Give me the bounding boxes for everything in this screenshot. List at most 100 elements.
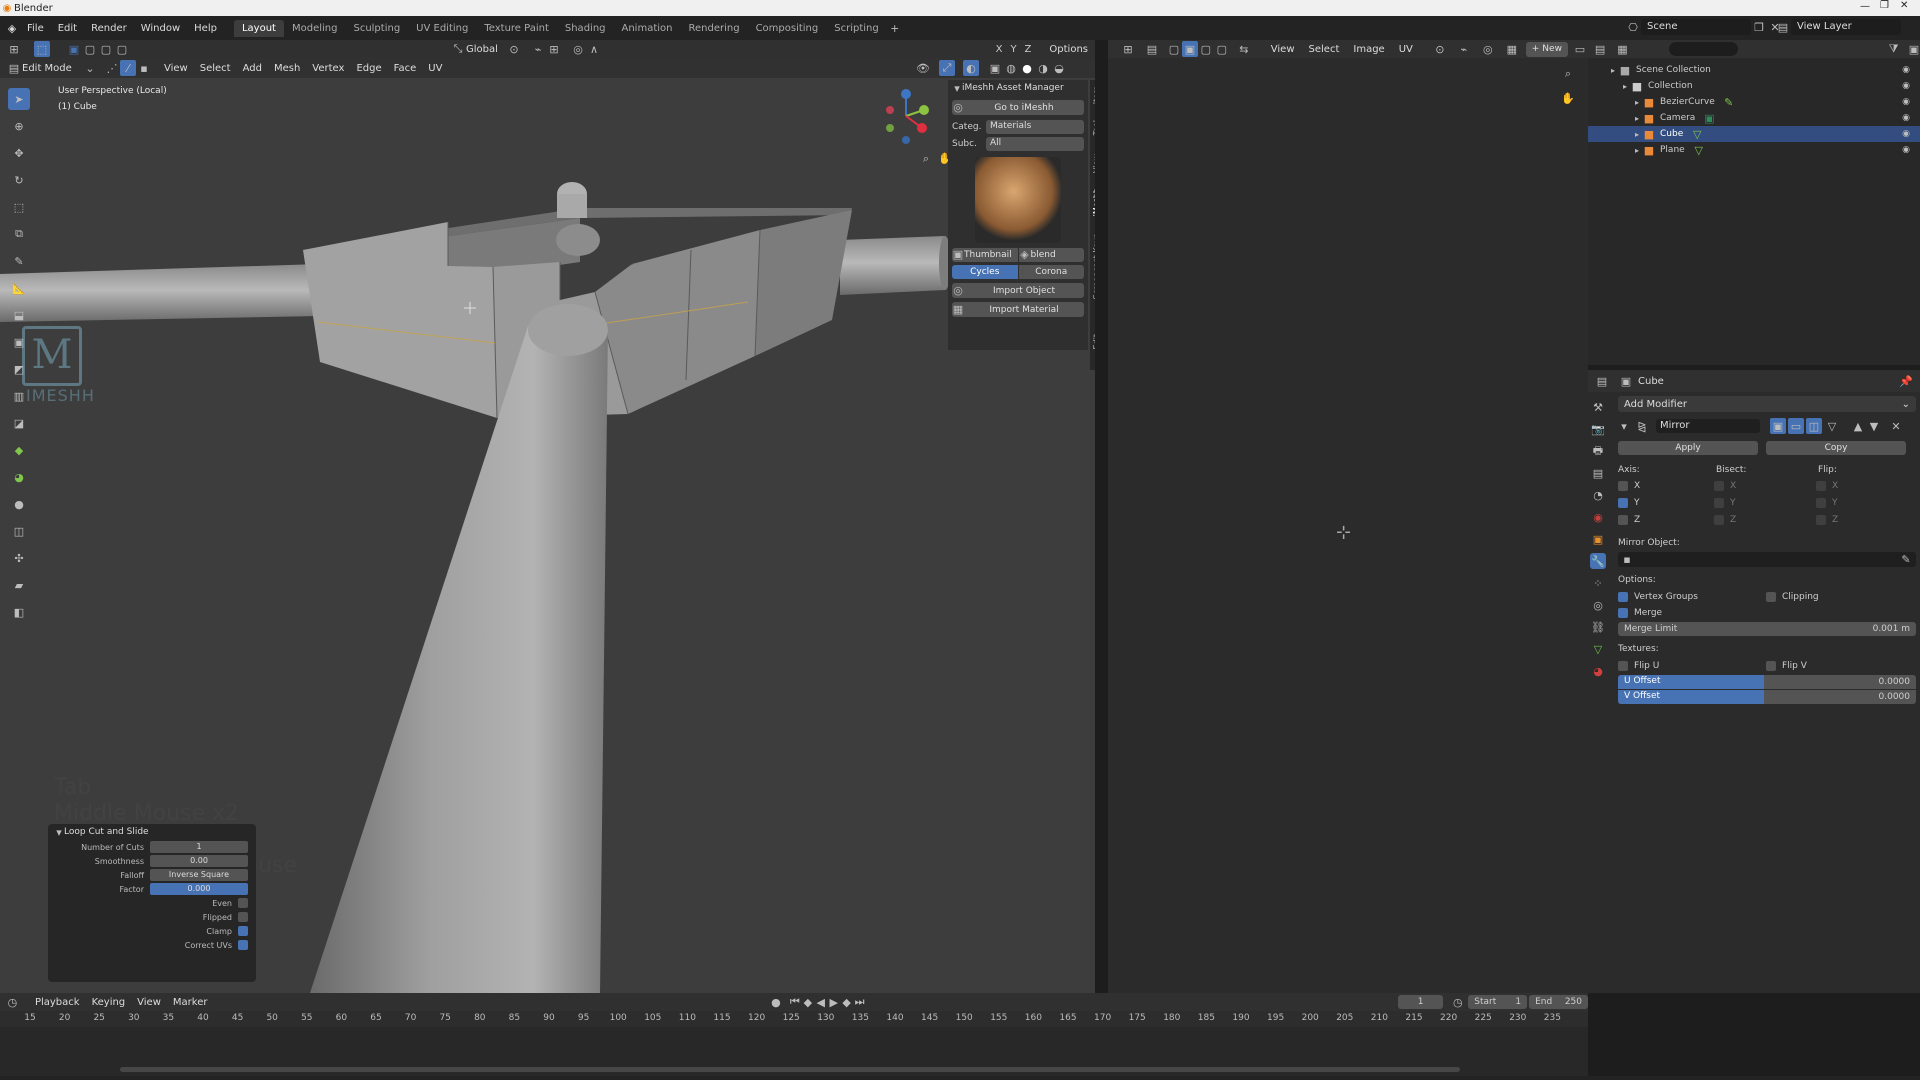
expand-icon[interactable]: ▸: [1608, 62, 1618, 78]
tweak-select-icon[interactable]: ➤: [8, 88, 30, 110]
flip-u-checkbox[interactable]: [1618, 661, 1628, 671]
play-reverse-icon[interactable]: ◀: [814, 994, 827, 1010]
shear-tool-icon[interactable]: ▰: [8, 574, 30, 596]
particles-tab-icon[interactable]: ⁘: [1590, 575, 1606, 591]
tab-rendering[interactable]: Rendering: [680, 20, 747, 37]
annotate-tool-icon[interactable]: ✎: [8, 250, 30, 272]
loopcut-field-number-of-cuts[interactable]: 1: [150, 841, 248, 853]
rotate-tool-icon[interactable]: ↻: [8, 169, 30, 191]
mirror-axis-z[interactable]: Z: [1025, 44, 1032, 55]
expand-icon[interactable]: ▸: [1632, 110, 1642, 126]
outliner-search[interactable]: [1668, 42, 1738, 56]
render-icon[interactable]: ◫: [1806, 418, 1822, 434]
object-data-icon[interactable]: ▣: [1618, 373, 1634, 389]
outliner-collection[interactable]: ▸ ■ Collection ◉: [1588, 78, 1920, 94]
zoom-icon[interactable]: ⌕: [918, 151, 934, 167]
flip-x-checkbox[interactable]: [1816, 480, 1826, 491]
menu-window[interactable]: Window: [141, 23, 180, 34]
orientation-dropdown[interactable]: Global: [466, 44, 506, 55]
uv-select-vertex-icon[interactable]: ▢: [1166, 41, 1182, 57]
jump-start-icon[interactable]: ⏮: [788, 994, 801, 1010]
mesh-data-tab-icon[interactable]: ▽: [1590, 641, 1606, 657]
select-mode-icon[interactable]: ▣: [66, 41, 82, 57]
new-collection-icon[interactable]: ▣: [1908, 41, 1920, 57]
3d-viewport[interactable]: ▤ Edit Mode ⌄ ⋰ ⁄ ▪ View Select Add Mesh Ver…: [0, 58, 1095, 993]
go-to-imeshh-button[interactable]: ◎ Go to iMeshh: [952, 100, 1084, 115]
open-image-icon[interactable]: ▭: [1572, 41, 1588, 57]
menu-file[interactable]: File: [27, 23, 44, 34]
image-menu-image[interactable]: Image: [1353, 44, 1384, 55]
snap-target-icon[interactable]: ⊞: [546, 41, 562, 57]
tool-tab-icon[interactable]: ⚒: [1590, 399, 1606, 415]
object-tab-icon[interactable]: ▣: [1590, 531, 1606, 547]
tab-scripting[interactable]: Scripting: [826, 20, 886, 37]
mesh-data-icon[interactable]: ▽: [1691, 142, 1707, 158]
tab-layout[interactable]: Layout: [233, 19, 284, 37]
visibility-eye-icon[interactable]: ◉: [1898, 62, 1914, 78]
loopcut-checkbox-flipped[interactable]: [238, 912, 248, 922]
outliner-scene-collection[interactable]: ▸ ■ Scene Collection ◉: [1588, 62, 1920, 78]
copy-button[interactable]: Copy: [1766, 440, 1906, 455]
view-layer-icon[interactable]: ▤: [1775, 19, 1791, 35]
edge-slide-tool-icon[interactable]: ◫: [8, 520, 30, 542]
navigation-gizmo[interactable]: [880, 88, 932, 148]
new-image-button[interactable]: + New: [1525, 41, 1568, 57]
timeline-menu-keying[interactable]: Keying: [92, 997, 126, 1008]
editor-type-icon[interactable]: ⊞: [6, 41, 22, 57]
subcategory-dropdown[interactable]: All: [986, 136, 1084, 151]
outliner-item-camera[interactable]: ▸ ■ Camera ▣ ◉: [1588, 110, 1920, 126]
move-down-icon[interactable]: ▼: [1866, 418, 1882, 434]
menu-help[interactable]: Help: [194, 23, 217, 34]
restore-icon[interactable]: ❐: [1880, 0, 1889, 11]
image-menu-uv[interactable]: UV: [1399, 44, 1413, 55]
image-browse-icon[interactable]: ▦: [1504, 41, 1520, 57]
proportional-icon[interactable]: ◎: [1480, 41, 1496, 57]
prev-key-icon[interactable]: ◆: [801, 994, 814, 1010]
snap-icon[interactable]: ⌁: [530, 41, 546, 57]
import-object-button[interactable]: ◎ Import Object: [952, 283, 1084, 298]
mirror-axis-x[interactable]: X: [996, 44, 1003, 55]
import-material-button[interactable]: ▦ Import Material: [952, 302, 1084, 317]
bevel-tool-icon[interactable]: ◩: [8, 358, 30, 380]
falloff-icon[interactable]: ∧: [586, 41, 602, 57]
rip-tool-icon[interactable]: ◧: [8, 601, 30, 623]
minimize-icon[interactable]: —: [1860, 1, 1870, 12]
cursor-tool-icon[interactable]: ⊕: [8, 115, 30, 137]
flip-v-checkbox[interactable]: [1766, 661, 1776, 671]
spin-tool-icon[interactable]: ◕: [8, 466, 30, 488]
knife-tool-icon[interactable]: ◪: [8, 412, 30, 434]
select-invert-icon[interactable]: ▢: [114, 41, 130, 57]
select-extend-icon[interactable]: ▢: [82, 41, 98, 57]
uv-select-edge-icon[interactable]: ▣: [1181, 41, 1198, 57]
loopcut-title[interactable]: Loop Cut and Slide: [64, 827, 149, 837]
select-tool-icon[interactable]: ⬚: [34, 41, 50, 57]
flip-z-checkbox[interactable]: [1816, 514, 1826, 525]
expand-icon[interactable]: ▸: [1632, 142, 1642, 158]
outliner-item-beziercurve[interactable]: ▸ ■ BezierCurve ✎ ◉: [1588, 94, 1920, 110]
modifier-name-field[interactable]: Mirror: [1656, 419, 1760, 433]
loopcut-field-falloff[interactable]: Inverse Square: [150, 869, 248, 881]
tab-shading[interactable]: Shading: [557, 20, 614, 37]
add-modifier-dropdown[interactable]: Add Modifier ⌄: [1618, 396, 1916, 412]
preview-range-icon[interactable]: ◷: [1451, 994, 1464, 1010]
end-frame-field[interactable]: End 250: [1529, 995, 1589, 1009]
select-subtract-icon[interactable]: ▢: [98, 41, 114, 57]
loopcut-checkbox-clamp[interactable]: [238, 926, 248, 936]
u-offset-field[interactable]: U Offset 0.0000: [1618, 675, 1916, 689]
filter-icon[interactable]: ⧩: [1888, 41, 1900, 57]
editmode-icon[interactable]: ▣: [1770, 418, 1786, 434]
extrude-tool-icon[interactable]: ⬓: [8, 304, 30, 326]
menu-edit[interactable]: Edit: [58, 23, 77, 34]
options-dropdown[interactable]: Options: [1049, 44, 1088, 55]
tab-compositing[interactable]: Compositing: [748, 20, 827, 37]
pivot-icon[interactable]: ⊙: [506, 41, 522, 57]
bisect-x-checkbox[interactable]: [1714, 480, 1724, 491]
physics-tab-icon[interactable]: ◎: [1590, 597, 1606, 613]
merge-limit-field[interactable]: Merge Limit 0.001 m: [1618, 622, 1916, 636]
collapse-icon[interactable]: ▾: [54, 824, 64, 840]
axis-x-checkbox[interactable]: [1618, 480, 1628, 491]
visibility-eye-icon[interactable]: ◉: [1898, 78, 1914, 94]
snap-icon[interactable]: ⌁: [1456, 41, 1472, 57]
expand-icon[interactable]: ▸: [1632, 126, 1642, 142]
expand-icon[interactable]: ▸: [1632, 94, 1642, 110]
